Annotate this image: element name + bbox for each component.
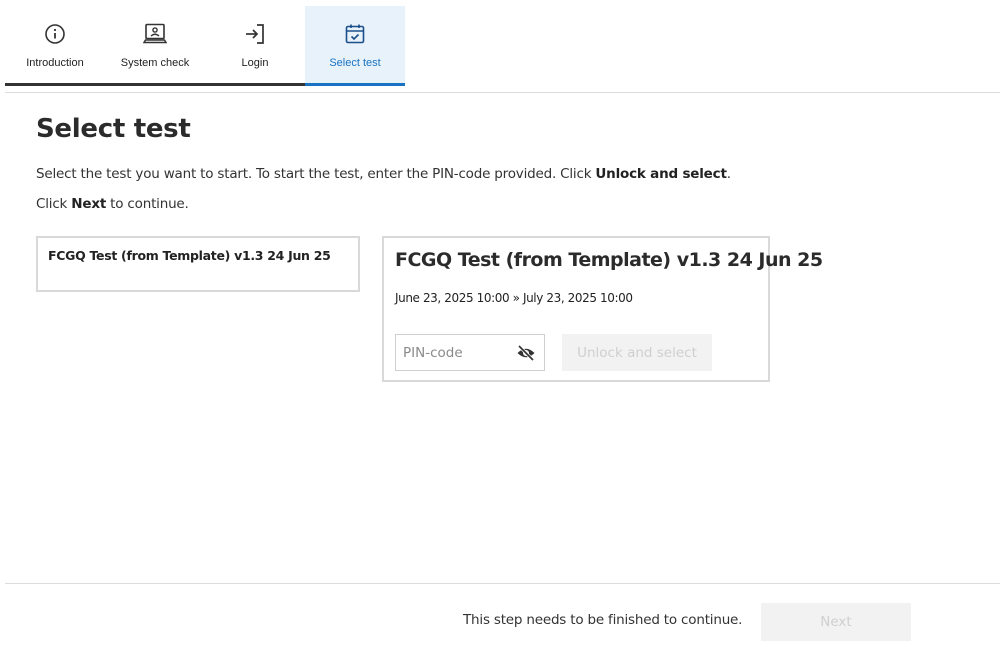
step-label: System check: [120, 57, 190, 69]
step-progress-bar: [305, 83, 405, 86]
header-divider: [5, 92, 1000, 93]
stepper: Introduction System check Login Select t…: [5, 6, 405, 86]
calendar-check-icon: [343, 22, 367, 46]
pin-code-input[interactable]: [396, 335, 511, 370]
instruction-text-part: Select the test you want to start. To st…: [36, 166, 596, 182]
test-date-range: June 23, 2025 10:00 » July 23, 2025 10:0…: [395, 291, 633, 305]
instruction-text-part: Click: [36, 196, 72, 212]
footer-message: This step needs to be finished to contin…: [463, 612, 743, 628]
unlock-and-select-button[interactable]: Unlock and select: [562, 334, 712, 371]
footer-divider: [5, 583, 1000, 584]
login-icon: [243, 22, 267, 46]
instruction-text-end: to continue.: [106, 196, 189, 212]
step-progress-bar: [105, 83, 205, 86]
test-list-item[interactable]: FCGQ Test (from Template) v1.3 24 Jun 25: [36, 236, 360, 292]
page-title: Select test: [36, 114, 191, 144]
step-progress-bar: [5, 83, 105, 86]
step-system-check[interactable]: System check: [105, 6, 205, 86]
step-login[interactable]: Login: [205, 6, 305, 86]
pin-code-field: [395, 334, 545, 371]
step-introduction[interactable]: Introduction: [5, 6, 105, 86]
step-label: Login: [241, 57, 269, 69]
test-detail-title: FCGQ Test (from Template) v1.3 24 Jun 25: [395, 249, 823, 271]
instruction-bold: Unlock and select: [595, 166, 727, 182]
eye-slash-icon[interactable]: [516, 344, 536, 367]
continue-instruction: Click Next to continue.: [36, 196, 189, 212]
instruction-bold: Next: [71, 196, 107, 212]
step-label: Introduction: [26, 57, 84, 69]
step-progress-bar: [205, 83, 305, 86]
next-button[interactable]: Next: [761, 603, 911, 641]
info-icon: [44, 22, 66, 46]
step-select-test[interactable]: Select test: [305, 6, 405, 86]
instruction-text: Select the test you want to start. To st…: [36, 166, 731, 182]
test-detail-panel: FCGQ Test (from Template) v1.3 24 Jun 25…: [382, 236, 823, 382]
instruction-text-end: .: [726, 166, 731, 182]
step-label: Select test: [329, 57, 381, 69]
laptop-user-icon: [143, 22, 167, 46]
